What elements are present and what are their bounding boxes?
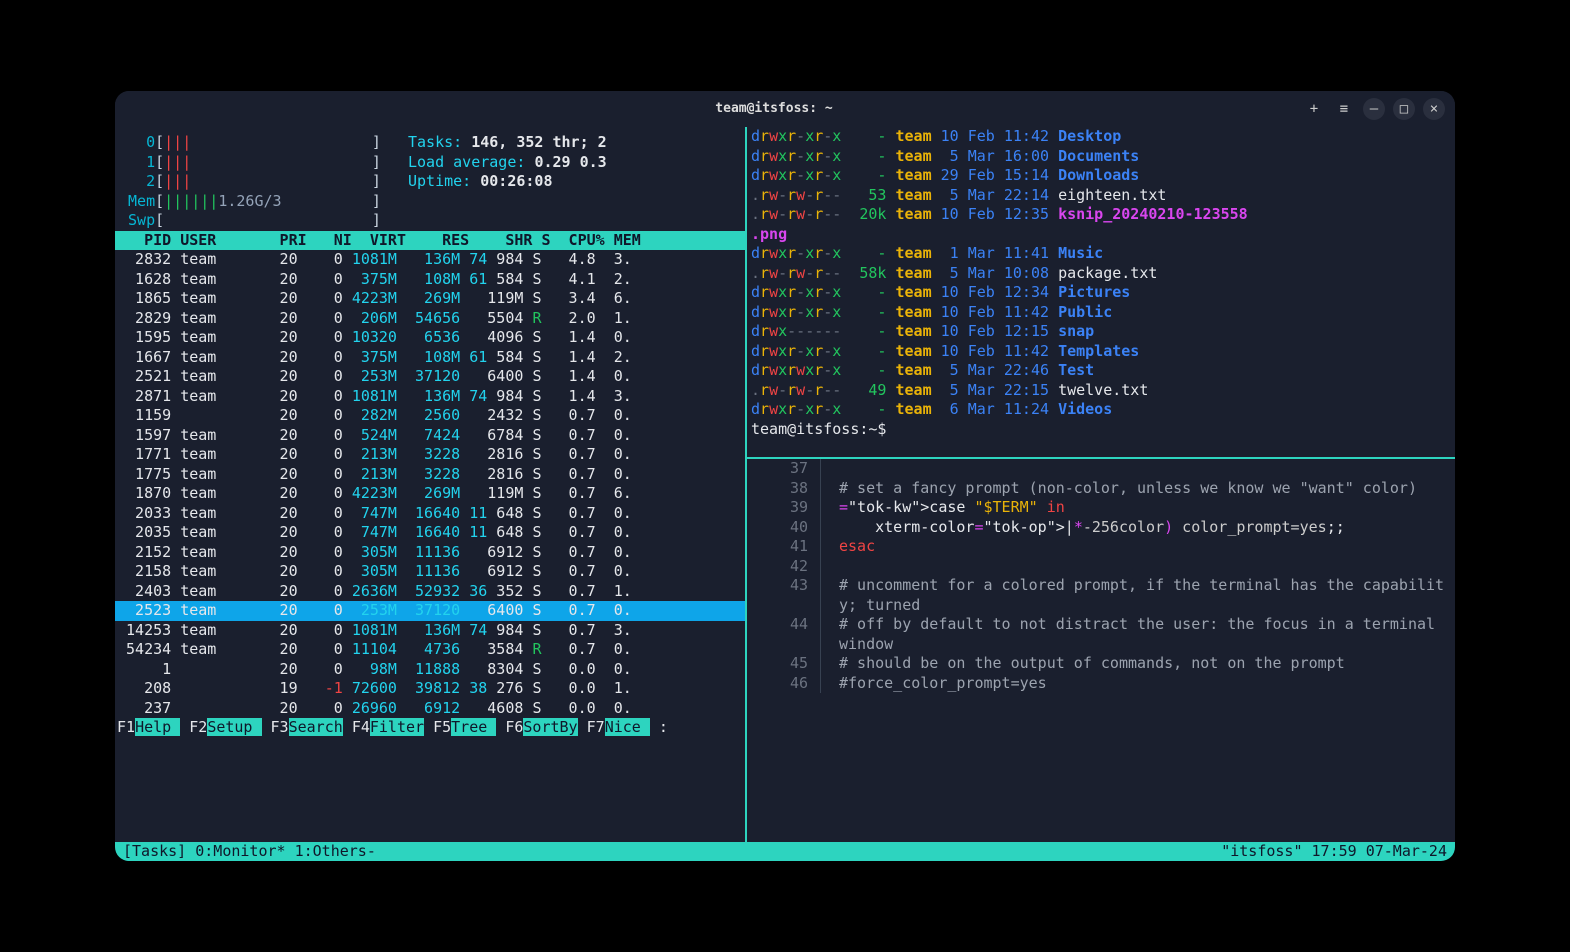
new-tab-icon[interactable]: + — [1303, 98, 1325, 120]
process-row[interactable]: 1 20 0 98M 11888 8304 S 0.0 0. — [115, 660, 745, 680]
editor-line[interactable]: 39="tok-kw">case "$TERM" in — [751, 498, 1451, 518]
titlebar: team@itsfoss: ~ + ≡ – □ × — [115, 91, 1455, 127]
maximize-button[interactable]: □ — [1393, 98, 1415, 120]
ls-row: drwxr-xr-x - team 29 Feb 15:14 Downloads — [751, 166, 1451, 186]
process-row[interactable]: 2871 team 20 0 1081M 136M 74 984 S 1.4 3… — [115, 387, 745, 407]
ls-row: drwxr-xr-x - team 6 Mar 11:24 Videos — [751, 400, 1451, 420]
process-row[interactable]: 2523 team 20 0 253M 37120 6400 S 0.7 0. — [115, 601, 745, 621]
ls-row: drwxrwxr-x - team 5 Mar 22:46 Test — [751, 361, 1451, 381]
editor-line[interactable]: 43# uncomment for a colored prompt, if t… — [751, 576, 1451, 615]
process-row[interactable]: 2033 team 20 0 747M 16640 11 648 S 0.7 0… — [115, 504, 745, 524]
process-row[interactable]: 1628 team 20 0 375M 108M 61 584 S 4.1 2. — [115, 270, 745, 290]
ls-row: .rw-rw-r-- 49 team 5 Mar 22:15 twelve.tx… — [751, 381, 1451, 401]
process-row[interactable]: 2152 team 20 0 305M 11136 6912 S 0.7 0. — [115, 543, 745, 563]
ls-row: .rw-rw-r-- 58k team 5 Mar 10:08 package.… — [751, 264, 1451, 284]
editor-line[interactable]: 44# off by default to not distract the u… — [751, 615, 1451, 654]
line-number: 39 — [751, 498, 821, 518]
editor-line[interactable]: 37 — [751, 459, 1451, 479]
process-row[interactable]: 2403 team 20 0 2636M 52932 36 352 S 0.7 … — [115, 582, 745, 602]
ls-row: drwxr-xr-x - team 1 Mar 11:41 Music — [751, 244, 1451, 264]
process-row[interactable]: 237 20 0 26960 6912 4608 S 0.0 0. — [115, 699, 745, 719]
process-row[interactable]: 208 19 -1 72600 39812 38 276 S 0.0 1. — [115, 679, 745, 699]
close-button[interactable]: × — [1423, 98, 1445, 120]
htop-footer[interactable]: F1Help F2Setup F3Search F4Filter F5Tree … — [115, 718, 745, 738]
ls-row: .rw-rw-r-- 53 team 5 Mar 22:14 eighteen.… — [751, 186, 1451, 206]
process-row[interactable]: 1597 team 20 0 524M 7424 6784 S 0.7 0. — [115, 426, 745, 446]
ls-row: drwx------ - team 10 Feb 12:15 snap — [751, 322, 1451, 342]
process-row[interactable]: 1870 team 20 0 4223M 269M 119M S 0.7 6. — [115, 484, 745, 504]
line-number: 38 — [751, 479, 821, 499]
window-controls: + ≡ – □ × — [1303, 98, 1445, 120]
line-number: 37 — [751, 459, 821, 479]
process-row[interactable]: 2829 team 20 0 206M 54656 5504 R 2.0 1. — [115, 309, 745, 329]
process-row[interactable]: 1771 team 20 0 213M 3228 2816 S 0.7 0. — [115, 445, 745, 465]
editor-line[interactable]: 45# should be on the output of commands,… — [751, 654, 1451, 674]
terminal-window: team@itsfoss: ~ + ≡ – □ × 0[||| ] Tasks:… — [115, 91, 1455, 861]
line-number: 46 — [751, 674, 821, 694]
editor-line[interactable]: 40 xterm-color="tok-op">|*-256color) col… — [751, 518, 1451, 538]
editor-line[interactable]: 42 — [751, 557, 1451, 577]
status-right: "itsfoss" 17:59 07-Mar-24 — [1221, 842, 1447, 862]
process-row[interactable]: 2158 team 20 0 305M 11136 6912 S 0.7 0. — [115, 562, 745, 582]
line-number: 43 — [751, 576, 821, 615]
process-row[interactable]: 2035 team 20 0 747M 16640 11 648 S 0.7 0… — [115, 523, 745, 543]
window-title: team@itsfoss: ~ — [245, 101, 1303, 118]
process-row[interactable]: 54234 team 20 0 11104 4736 3584 R 0.7 0. — [115, 640, 745, 660]
process-row[interactable]: 1595 team 20 0 10320 6536 4096 S 1.4 0. — [115, 328, 745, 348]
ls-pane[interactable]: drwxr-xr-x - team 10 Feb 11:42 Desktopdr… — [747, 127, 1455, 457]
line-number: 44 — [751, 615, 821, 654]
editor-line[interactable]: 46#force_color_prompt=yes — [751, 674, 1451, 694]
tmux-status-bar[interactable]: [Tasks] 0:Monitor* 1:Others- "itsfoss" 1… — [115, 842, 1455, 862]
line-number: 45 — [751, 654, 821, 674]
process-row[interactable]: 1865 team 20 0 4223M 269M 119M S 3.4 6. — [115, 289, 745, 309]
ls-row: drwxr-xr-x - team 10 Feb 11:42 Templates — [751, 342, 1451, 362]
ls-row: drwxr-xr-x - team 5 Mar 16:00 Documents — [751, 147, 1451, 167]
line-number: 41 — [751, 537, 821, 557]
htop-columns: PID USER PRI NI VIRT RES SHR S CPU% MEM — [115, 231, 745, 251]
ls-row: .rw-rw-r-- 20k team 10 Feb 12:35 ksnip_2… — [751, 205, 1451, 225]
htop-pane[interactable]: 0[||| ] Tasks: 146, 352 thr; 2 1[||| ] L… — [115, 127, 745, 842]
ls-row: drwxr-xr-x - team 10 Feb 11:42 Public — [751, 303, 1451, 323]
editor-pane[interactable]: 3738# set a fancy prompt (non-color, unl… — [747, 457, 1455, 842]
editor-line[interactable]: 41esac — [751, 537, 1451, 557]
ls-row: drwxr-xr-x - team 10 Feb 12:34 Pictures — [751, 283, 1451, 303]
process-row[interactable]: 1775 team 20 0 213M 3228 2816 S 0.7 0. — [115, 465, 745, 485]
line-number: 40 — [751, 518, 821, 538]
ls-row-wrap: .png — [751, 225, 1451, 245]
ls-row: drwxr-xr-x - team 10 Feb 11:42 Desktop — [751, 127, 1451, 147]
process-row[interactable]: 14253 team 20 0 1081M 136M 74 984 S 0.7 … — [115, 621, 745, 641]
line-number: 42 — [751, 557, 821, 577]
process-table[interactable]: 2832 team 20 0 1081M 136M 74 984 S 4.8 3… — [115, 250, 745, 718]
process-row[interactable]: 1159 20 0 282M 2560 2432 S 0.7 0. — [115, 406, 745, 426]
status-left: [Tasks] 0:Monitor* 1:Others- — [123, 842, 376, 862]
process-row[interactable]: 2521 team 20 0 253M 37120 6400 S 1.4 0. — [115, 367, 745, 387]
editor-line[interactable]: 38# set a fancy prompt (non-color, unles… — [751, 479, 1451, 499]
shell-prompt[interactable]: team@itsfoss:~$ — [751, 420, 1451, 440]
htop-header: 0[||| ] Tasks: 146, 352 thr; 2 1[||| ] L… — [115, 127, 745, 231]
minimize-button[interactable]: – — [1363, 98, 1385, 120]
menu-icon[interactable]: ≡ — [1333, 98, 1355, 120]
process-row[interactable]: 1667 team 20 0 375M 108M 61 584 S 1.4 2. — [115, 348, 745, 368]
process-row[interactable]: 2832 team 20 0 1081M 136M 74 984 S 4.8 3… — [115, 250, 745, 270]
